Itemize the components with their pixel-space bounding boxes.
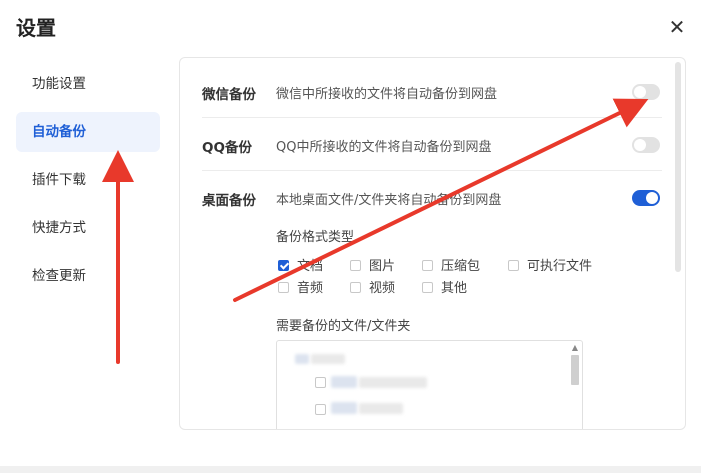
format-label: 图片 <box>369 259 396 274</box>
wechat-backup-label: 微信备份 <box>202 87 256 103</box>
desktop-backup-toggle[interactable] <box>632 190 660 206</box>
tree-node-checkbox[interactable] <box>315 404 326 415</box>
sidebar-item-plugin-download[interactable]: 插件下载 <box>16 160 160 200</box>
checkbox-icon <box>350 260 361 271</box>
toggle-knob <box>634 139 646 151</box>
format-label: 文档 <box>297 259 324 274</box>
toggle-knob <box>634 86 646 98</box>
checkbox-icon <box>422 260 433 271</box>
format-checkbox-executable[interactable]: 可执行文件 <box>508 255 592 274</box>
format-label: 其他 <box>441 281 468 296</box>
sidebar-item-feature-settings[interactable]: 功能设置 <box>16 64 160 104</box>
desktop-backup-desc: 本地桌面文件/文件夹将自动备份到网盘 <box>276 193 502 208</box>
divider <box>202 117 662 118</box>
checkbox-icon <box>422 282 433 293</box>
checkbox-icon <box>278 282 289 293</box>
sidebar-item-auto-backup[interactable]: 自动备份 <box>16 112 160 152</box>
close-icon[interactable]: ✕ <box>666 16 688 38</box>
tree-node-icon <box>331 376 357 388</box>
backup-folders-title: 需要备份的文件/文件夹 <box>276 319 411 334</box>
sidebar-item-check-update[interactable]: 检查更新 <box>16 256 160 296</box>
qq-backup-desc: QQ中所接收的文件将自动备份到网盘 <box>276 140 492 155</box>
format-checkbox-audio[interactable]: 音频 <box>278 277 323 296</box>
tree-node-label <box>359 403 403 414</box>
dialog-title: 设置 <box>16 16 56 40</box>
format-checkbox-archive[interactable]: 压缩包 <box>422 255 480 274</box>
format-label: 可执行文件 <box>527 259 593 274</box>
format-type-title: 备份格式类型 <box>276 230 355 245</box>
tree-node-icon <box>295 354 309 364</box>
format-checkbox-video[interactable]: 视频 <box>350 277 395 296</box>
desktop-backup-label: 桌面备份 <box>202 193 256 209</box>
divider <box>202 170 662 171</box>
tree-scrollbar[interactable]: ▲ <box>570 343 580 429</box>
format-checkbox-document[interactable]: 文档 <box>278 255 323 274</box>
scroll-thumb[interactable] <box>571 355 579 385</box>
panel-scrollbar[interactable] <box>675 62 681 272</box>
folder-tree[interactable]: ▲ <box>276 340 583 429</box>
toggle-knob <box>646 192 658 204</box>
sidebar-item-shortcuts[interactable]: 快捷方式 <box>16 208 160 248</box>
tree-node-label <box>359 377 427 388</box>
auto-backup-panel: 微信备份 微信中所接收的文件将自动备份到网盘 QQ备份 QQ中所接收的文件将自动… <box>179 57 686 430</box>
format-checkbox-image[interactable]: 图片 <box>350 255 395 274</box>
sidebar: 功能设置 自动备份 插件下载 快捷方式 检查更新 <box>16 64 160 304</box>
checkbox-icon <box>508 260 519 271</box>
qq-backup-toggle[interactable] <box>632 137 660 153</box>
page-bottom-strip <box>0 466 701 473</box>
tree-node-checkbox[interactable] <box>315 377 326 388</box>
wechat-backup-toggle[interactable] <box>632 84 660 100</box>
scroll-up-icon[interactable]: ▲ <box>570 343 580 353</box>
tree-node-label <box>311 354 345 364</box>
qq-backup-label: QQ备份 <box>202 140 252 156</box>
format-label: 压缩包 <box>441 259 481 274</box>
format-label: 音频 <box>297 281 324 296</box>
checkbox-checked-icon <box>278 260 289 271</box>
tree-node-icon <box>331 402 357 414</box>
format-label: 视频 <box>369 281 396 296</box>
format-checkbox-other[interactable]: 其他 <box>422 277 467 296</box>
checkbox-icon <box>350 282 361 293</box>
wechat-backup-desc: 微信中所接收的文件将自动备份到网盘 <box>276 87 498 102</box>
